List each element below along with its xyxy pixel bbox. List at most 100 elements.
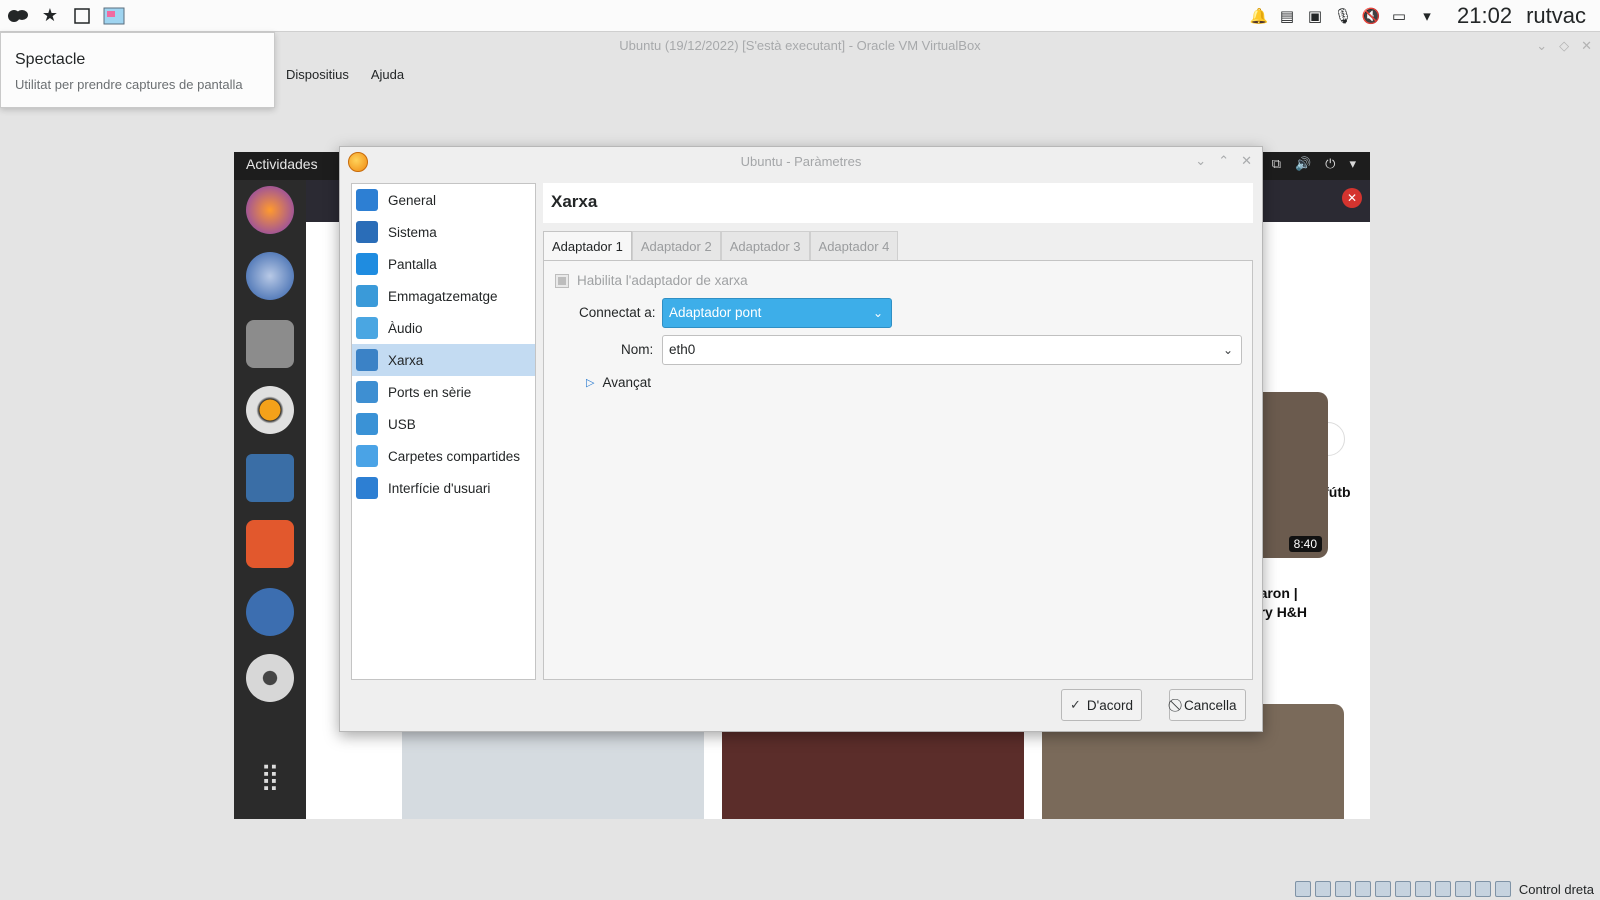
files-icon[interactable] <box>246 320 294 368</box>
software-icon[interactable] <box>246 520 294 568</box>
enable-adapter-row: Habilita l'adaptador de xarxa <box>555 273 748 288</box>
minimize-icon[interactable]: ⌄ <box>1536 38 1547 54</box>
user-interface-icon <box>356 477 378 499</box>
browser-close-icon[interactable]: ✕ <box>1342 188 1362 208</box>
sidebar-item-label: Carpetes compartides <box>388 448 521 464</box>
network-icon[interactable]: ⧉ <box>1272 156 1281 172</box>
keyboard-icon[interactable]: ▣ <box>1301 2 1329 30</box>
app-menu-icon[interactable] <box>4 2 32 30</box>
section-title: Xarxa <box>551 192 598 211</box>
tab-adapter-1[interactable]: Adaptador 1 <box>543 231 632 261</box>
sidebar-item-label: Interfície d'usuari <box>388 480 491 496</box>
volume-muted-icon[interactable]: 🔇 <box>1357 2 1385 30</box>
firefox-icon[interactable] <box>246 186 294 234</box>
clipboard-icon[interactable]: ▤ <box>1273 2 1301 30</box>
system-tray: 🔔 ▤ ▣ 🎙 🔇 ▭ ▾ 21:02 rutvac <box>1245 0 1600 32</box>
mouse-status-icon[interactable] <box>1474 881 1491 897</box>
star-icon[interactable]: ★ <box>36 2 64 30</box>
vbox-menubar: Dispositius Ajuda <box>286 67 404 82</box>
sidebar-item-emmagatzematge[interactable]: Emmagatzematge <box>352 280 535 312</box>
menu-help[interactable]: Ajuda <box>371 67 404 82</box>
close-icon[interactable]: ✕ <box>1241 153 1252 169</box>
tab-adapter-3[interactable]: Adaptador 3 <box>720 231 810 261</box>
sidebar-item-label: Àudio <box>388 320 423 336</box>
tab-adapter-4[interactable]: Adaptador 4 <box>809 231 899 261</box>
spectacle-icon[interactable] <box>100 2 128 30</box>
maximize-icon[interactable]: ◇ <box>1559 38 1569 54</box>
clock[interactable]: 21:02 <box>1457 3 1512 29</box>
ok-button[interactable]: ✓ D'acord <box>1061 689 1143 721</box>
sidebar-item-label: Sistema <box>388 224 437 240</box>
display-icon <box>356 253 378 275</box>
sidebar-item-àudio[interactable]: Àudio <box>352 312 535 344</box>
mic-muted-icon[interactable]: 🎙 <box>1329 2 1357 30</box>
expand-triangle-icon: ▷ <box>586 377 595 389</box>
notification-icon[interactable]: 🔔 <box>1245 2 1273 30</box>
rhythmbox-icon[interactable] <box>246 386 294 434</box>
general-icon <box>356 189 378 211</box>
usb-icon <box>356 413 378 435</box>
maximize-icon[interactable]: ⌃ <box>1218 153 1229 169</box>
serial-ports-icon <box>356 381 378 403</box>
dialog-window-buttons: ⌄ ⌃ ✕ <box>1195 153 1252 169</box>
sidebar-item-general[interactable]: General <box>352 184 535 216</box>
advanced-toggle[interactable]: ▷ Avançat <box>586 375 651 390</box>
cancel-button[interactable]: ⃠ Cancella <box>1169 689 1246 721</box>
audio-status-icon[interactable] <box>1334 881 1351 897</box>
vbox-window-buttons: ⌄ ◇ ✕ <box>1536 38 1592 54</box>
video-thumbnail[interactable] <box>402 718 704 819</box>
sidebar-item-xarxa[interactable]: Xarxa <box>352 344 535 376</box>
help-icon[interactable] <box>246 588 294 636</box>
dialog-title: Ubuntu - Paràmetres <box>740 154 862 169</box>
enable-adapter-checkbox[interactable] <box>555 273 569 288</box>
close-icon[interactable]: ✕ <box>1581 38 1592 54</box>
usb-status-icon[interactable] <box>1374 881 1391 897</box>
settings-sidebar: General Sistema Pantalla Emmagatzematge Àudi… <box>351 183 536 680</box>
chevron-down-icon: ⌄ <box>1222 343 1233 357</box>
sidebar-item-pantalla[interactable]: Pantalla <box>352 248 535 280</box>
sidebar-item-interfície-d-usuari[interactable]: Interfície d'usuari <box>352 472 535 504</box>
sidebar-item-usb[interactable]: USB <box>352 408 535 440</box>
shared-folders-icon <box>356 445 378 467</box>
activities-button[interactable]: Actividades <box>246 156 318 172</box>
shared-folders-status-icon[interactable] <box>1394 881 1411 897</box>
volume-icon[interactable]: 🔊 <box>1295 156 1311 172</box>
ubuntu-dock: ⣿ <box>234 180 306 819</box>
hard-disk-icon[interactable] <box>1294 881 1311 897</box>
system-icon <box>356 221 378 243</box>
sidebar-item-ports-en-sèrie[interactable]: Ports en sèrie <box>352 376 535 408</box>
window-icon[interactable] <box>68 2 96 30</box>
spectacle-tooltip: Spectacle Utilitat per prendre captures … <box>0 32 275 108</box>
name-select[interactable]: eth0 ⌄ <box>662 335 1242 365</box>
app-grid-icon[interactable]: ⣿ <box>246 752 294 800</box>
keyboard-status-icon[interactable] <box>1494 881 1511 897</box>
tab-adapter-2[interactable]: Adaptador 2 <box>631 231 721 261</box>
sidebar-item-label: Emmagatzematge <box>388 288 498 304</box>
audio-icon <box>356 317 378 339</box>
cpu-status-icon[interactable] <box>1454 881 1471 897</box>
ubuntu-tray: ⧉ 🔊 ⏻ ▾ <box>1272 156 1356 172</box>
network-icon <box>356 349 378 371</box>
thunderbird-icon[interactable] <box>246 252 294 300</box>
attached-to-select[interactable]: Adaptador pont ⌄ <box>662 298 892 328</box>
menu-devices[interactable]: Dispositius <box>286 67 349 82</box>
chevron-down-icon[interactable]: ▾ <box>1349 156 1356 172</box>
recording-status-icon[interactable] <box>1434 881 1451 897</box>
writer-icon[interactable] <box>246 454 294 502</box>
minimize-icon[interactable]: ⌄ <box>1195 153 1206 169</box>
expand-arrow-icon[interactable]: ▾ <box>1413 2 1441 30</box>
advanced-label: Avançat <box>602 375 652 390</box>
display-icon[interactable]: ▭ <box>1385 2 1413 30</box>
sidebar-item-sistema[interactable]: Sistema <box>352 216 535 248</box>
name-label: Nom: <box>621 342 654 357</box>
display-status-icon[interactable] <box>1414 881 1431 897</box>
video-thumbnail[interactable] <box>722 718 1024 819</box>
power-icon[interactable]: ⏻ <box>1325 156 1335 172</box>
network-status-icon[interactable] <box>1354 881 1371 897</box>
user-name[interactable]: rutvac <box>1526 3 1586 29</box>
sidebar-item-carpetes-compartides[interactable]: Carpetes compartides <box>352 440 535 472</box>
vm-status-bar: Control dreta <box>1294 878 1600 900</box>
optical-drive-icon[interactable] <box>1314 881 1331 897</box>
section-header: Xarxa <box>543 183 1253 223</box>
disc-icon[interactable] <box>246 654 294 702</box>
